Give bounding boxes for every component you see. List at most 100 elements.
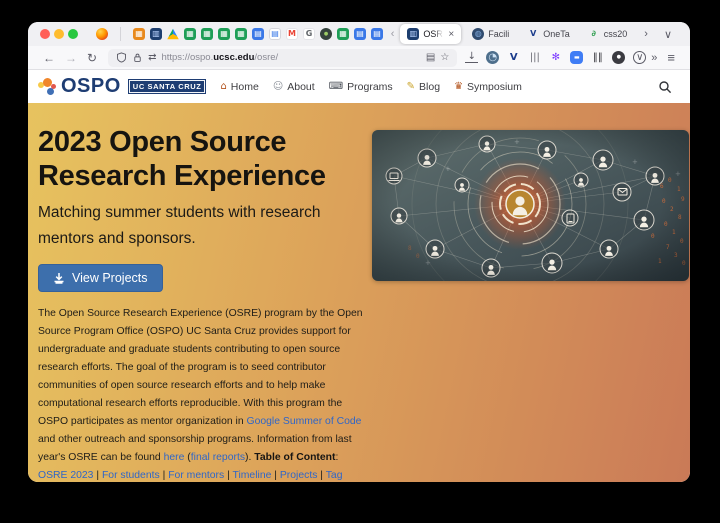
google-docs-pinned-tab[interactable]: ▤ [252, 28, 264, 40]
tab[interactable]: ∂ css20 [581, 24, 635, 44]
nav-label: Programs [347, 81, 393, 93]
google-drive-pinned-tab[interactable] [167, 28, 179, 40]
computer-icon: ⌨ [329, 81, 343, 92]
close-tab-icon[interactable]: × [448, 29, 454, 40]
site-nav: ⌂Home ☺About ⌨ Programs ✎ Blog ♛Symposium [220, 81, 521, 93]
body-text: The Open Source Research Experience (OSR… [38, 308, 363, 428]
site-header: OSPO UC SANTA CRUZ ⌂Home ☺About ⌨ Programs ✎… [28, 70, 690, 103]
logo-wordmark: OSPO [61, 75, 121, 98]
minimize-window-button[interactable] [54, 29, 64, 39]
home-icon: ⌂ [220, 81, 226, 92]
tab[interactable]: V OneTa [520, 24, 577, 44]
bookmark-star-icon[interactable]: ☆ [440, 52, 449, 63]
gmail-pinned-tab[interactable]: M [286, 28, 298, 40]
google-sheets-pinned-tab[interactable]: ▦ [337, 28, 349, 40]
bold-text: Table of Content [254, 452, 335, 463]
google-docs-pinned-tab[interactable]: ▤ [354, 28, 366, 40]
inline-link[interactable]: Projects [280, 470, 318, 481]
url-text[interactable]: https://ospo.ucsc.edu/osre/ [161, 52, 420, 63]
download-icon [53, 272, 65, 284]
navy-app-pinned-tab[interactable]: ▥ [150, 28, 162, 40]
memo-icon: ✎ [407, 81, 415, 92]
person-icon: ☺ [273, 81, 283, 92]
inline-link[interactable]: For mentors [168, 470, 224, 481]
lock-icon[interactable] [132, 52, 143, 63]
google-sheets-pinned-tab[interactable]: ▦ [235, 28, 247, 40]
body-text: | [224, 470, 232, 481]
network-community-graphic: 601 902 801 073 010 80 +++ ++ [372, 130, 689, 281]
ospo-logo[interactable]: OSPO UC SANTA CRUZ [38, 75, 206, 99]
view-projects-button[interactable]: View Projects [38, 264, 163, 292]
close-window-button[interactable] [40, 29, 50, 39]
google-sheets-pinned-tab[interactable]: ▦ [218, 28, 230, 40]
tab-title: OneTa [543, 29, 570, 39]
tab[interactable]: ◍ Facili [465, 24, 516, 44]
tab-title: css20 [604, 29, 628, 39]
facilities-favicon[interactable]: ◍ [472, 28, 484, 40]
inline-link[interactable]: Google Summer of Code [247, 416, 362, 427]
overflow-icon[interactable]: » [646, 52, 662, 64]
firefox-pinned-tab[interactable] [96, 28, 108, 40]
flower-extension-icon[interactable]: ✻ [549, 51, 562, 64]
shield-icon[interactable] [116, 52, 127, 63]
globe-extension-icon[interactable]: ◔ [486, 51, 499, 64]
back-button[interactable]: ← [38, 51, 60, 65]
pinned-tabs: ▦ ▥ ▦ ▦ ▦ ▦ ▤ ▤ MG ● ▦ ▤ ▤ [96, 27, 383, 41]
inline-link[interactable]: For students [102, 470, 160, 481]
active-tab[interactable]: ▥ OSRE × [400, 24, 461, 44]
barcode-extension-icon[interactable]: ‖‖ [591, 51, 604, 64]
ospo-favicon[interactable]: ▥ [407, 28, 419, 40]
inline-link[interactable]: here [164, 452, 185, 463]
tab-title: Facili [488, 29, 509, 39]
container-arrows-icon: ⇄ [148, 52, 156, 63]
url-bar[interactable]: ⇄ https://ospo.ucsc.edu/osre/ ▤ ☆ [108, 49, 457, 67]
search-icon[interactable] [658, 80, 672, 94]
ghostery-extension-icon[interactable]: ● [612, 51, 625, 64]
page-content: 2023 Open Source Research Experience Mat… [28, 103, 690, 482]
orange-sheet-pinned-tab[interactable]: ▦ [133, 28, 145, 40]
reload-button[interactable]: ↻ [82, 51, 102, 65]
trophy-icon: ♛ [454, 81, 463, 92]
google-sheets-pinned-tab[interactable]: ▦ [201, 28, 213, 40]
nav-programs[interactable]: ⌨ Programs [329, 81, 393, 93]
pocket-extension-icon[interactable]: ∨ [633, 51, 646, 64]
chat-extension-icon[interactable]: ▬ [570, 51, 583, 64]
body-text: : [335, 452, 338, 463]
google-sheets-pinned-tab[interactable]: ▦ [184, 28, 196, 40]
open-tabs: ‹ ▥ OSRE × ◍ Facili V OneTa ∂ css20 › ∨ [389, 24, 678, 44]
leaf-favicon[interactable]: ∂ [588, 28, 600, 40]
body-text: | [93, 470, 101, 481]
google-pinned-tab[interactable]: G [303, 28, 315, 40]
expand-tabs-icon[interactable]: › [638, 28, 654, 40]
zoom-window-button[interactable] [68, 29, 78, 39]
logo-blobs-icon [38, 75, 58, 99]
list-all-tabs-icon[interactable]: ∨ [658, 28, 678, 41]
doc-outline-pinned-tab[interactable]: ▤ [269, 28, 281, 40]
nav-label: Blog [419, 81, 440, 93]
page-subtitle: Matching summer students with research m… [38, 200, 344, 252]
extension-icons: ↓ ◔ V ||| ✻ ▬ ‖‖ ● ∨ [465, 51, 646, 64]
menu-icon[interactable]: ≡ [662, 50, 680, 65]
nav-home[interactable]: ⌂Home [220, 81, 258, 93]
forward-button[interactable]: → [60, 51, 82, 65]
onetab-favicon[interactable]: V [527, 28, 539, 40]
onetab-extension-icon[interactable]: V [507, 51, 520, 64]
hero-image: 601 902 801 073 010 80 +++ ++ [372, 130, 689, 281]
google-docs-pinned-tab[interactable]: ▤ [371, 28, 383, 40]
nav-symposium[interactable]: ♛Symposium [454, 81, 522, 93]
reader-view-icon[interactable]: ▤ [426, 52, 435, 63]
logo-badge: UC SANTA CRUZ [128, 79, 207, 94]
inline-link[interactable]: OSRE 2023 [38, 470, 93, 481]
body-text: | [317, 470, 325, 481]
stats-extension-icon[interactable]: ||| [528, 51, 541, 64]
inline-link[interactable]: Timeline [233, 470, 272, 481]
nav-blog[interactable]: ✎ Blog [407, 81, 440, 93]
tab-title: OSRE [423, 29, 443, 39]
page-title: 2023 Open Source Research Experience [38, 125, 378, 193]
nav-about[interactable]: ☺About [273, 81, 315, 93]
intro-paragraph: The Open Source Research Experience (OSR… [38, 305, 369, 483]
dark-globe-pinned-tab[interactable]: ● [320, 28, 332, 40]
downloads-icon[interactable]: ↓ [465, 52, 478, 63]
scroll-tabs-left-icon[interactable]: ‹ [389, 28, 397, 40]
inline-link[interactable]: final reports [191, 452, 245, 463]
